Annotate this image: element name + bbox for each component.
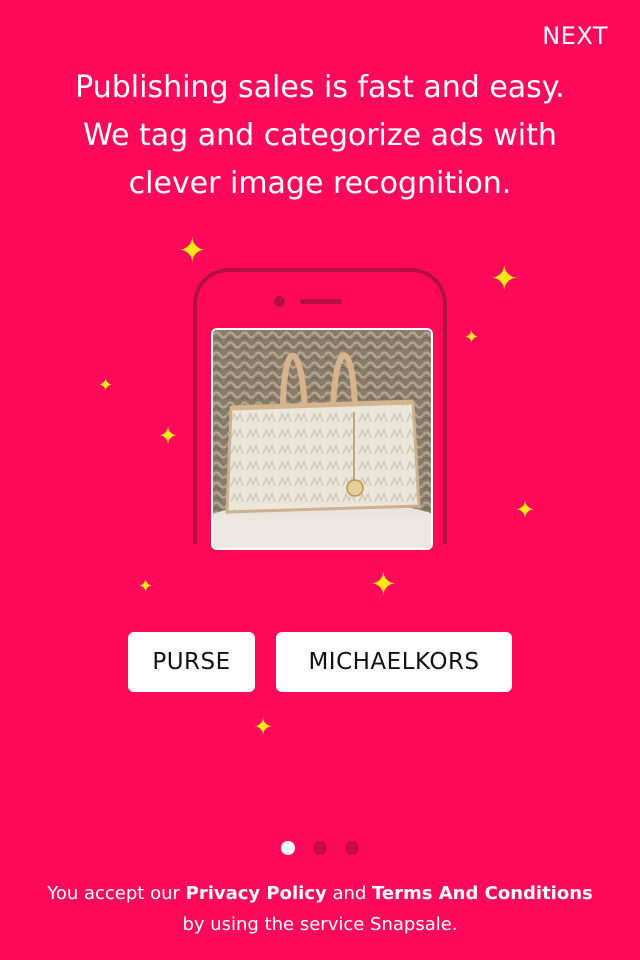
privacy-policy-link[interactable]: Privacy Policy	[186, 883, 327, 904]
page-dot-1[interactable]	[281, 841, 295, 855]
terms-link[interactable]: Terms And Conditions	[372, 883, 593, 904]
headline-line-3: clever image recognition.	[128, 166, 512, 201]
phone-illustration	[193, 268, 447, 550]
product-photo	[211, 328, 433, 550]
sparkle-icon: ✦	[178, 231, 207, 271]
page-dot-3[interactable]	[345, 841, 359, 855]
tag-chip-purse[interactable]: PURSE	[128, 632, 255, 692]
sparkle-icon: ✦	[490, 259, 519, 299]
page-indicator	[0, 841, 640, 855]
sparkle-icon: ✦	[464, 327, 480, 348]
phone-camera-icon	[274, 296, 285, 307]
onboarding-headline: Publishing sales is fast and easy. We ta…	[20, 64, 620, 208]
phone-speaker-icon	[300, 299, 342, 304]
headline-line-1: Publishing sales is fast and easy.	[75, 70, 565, 105]
tag-chip-michaelkors[interactable]: MICHAELKORS	[276, 632, 512, 692]
sparkle-icon: ✦	[158, 422, 179, 450]
legal-notice: You accept our Privacy Policy and Terms …	[0, 878, 640, 940]
page-dot-2[interactable]	[313, 841, 327, 855]
sparkle-icon: ✦	[138, 576, 154, 597]
headline-line-2: We tag and categorize ads with	[83, 118, 557, 153]
legal-line-1: You accept our Privacy Policy and Terms …	[0, 878, 640, 909]
next-button[interactable]: NEXT	[542, 22, 608, 50]
legal-and: and	[326, 883, 373, 904]
purse-photo-image	[213, 330, 431, 548]
legal-prefix: You accept our	[47, 883, 186, 904]
sparkle-icon: ✦	[98, 375, 114, 396]
sparkle-icon: ✦	[370, 565, 397, 603]
sparkle-icon: ✦	[253, 713, 274, 741]
sparkle-icon: ✦	[515, 496, 536, 524]
legal-line-2: by using the service Snapsale.	[182, 914, 458, 935]
